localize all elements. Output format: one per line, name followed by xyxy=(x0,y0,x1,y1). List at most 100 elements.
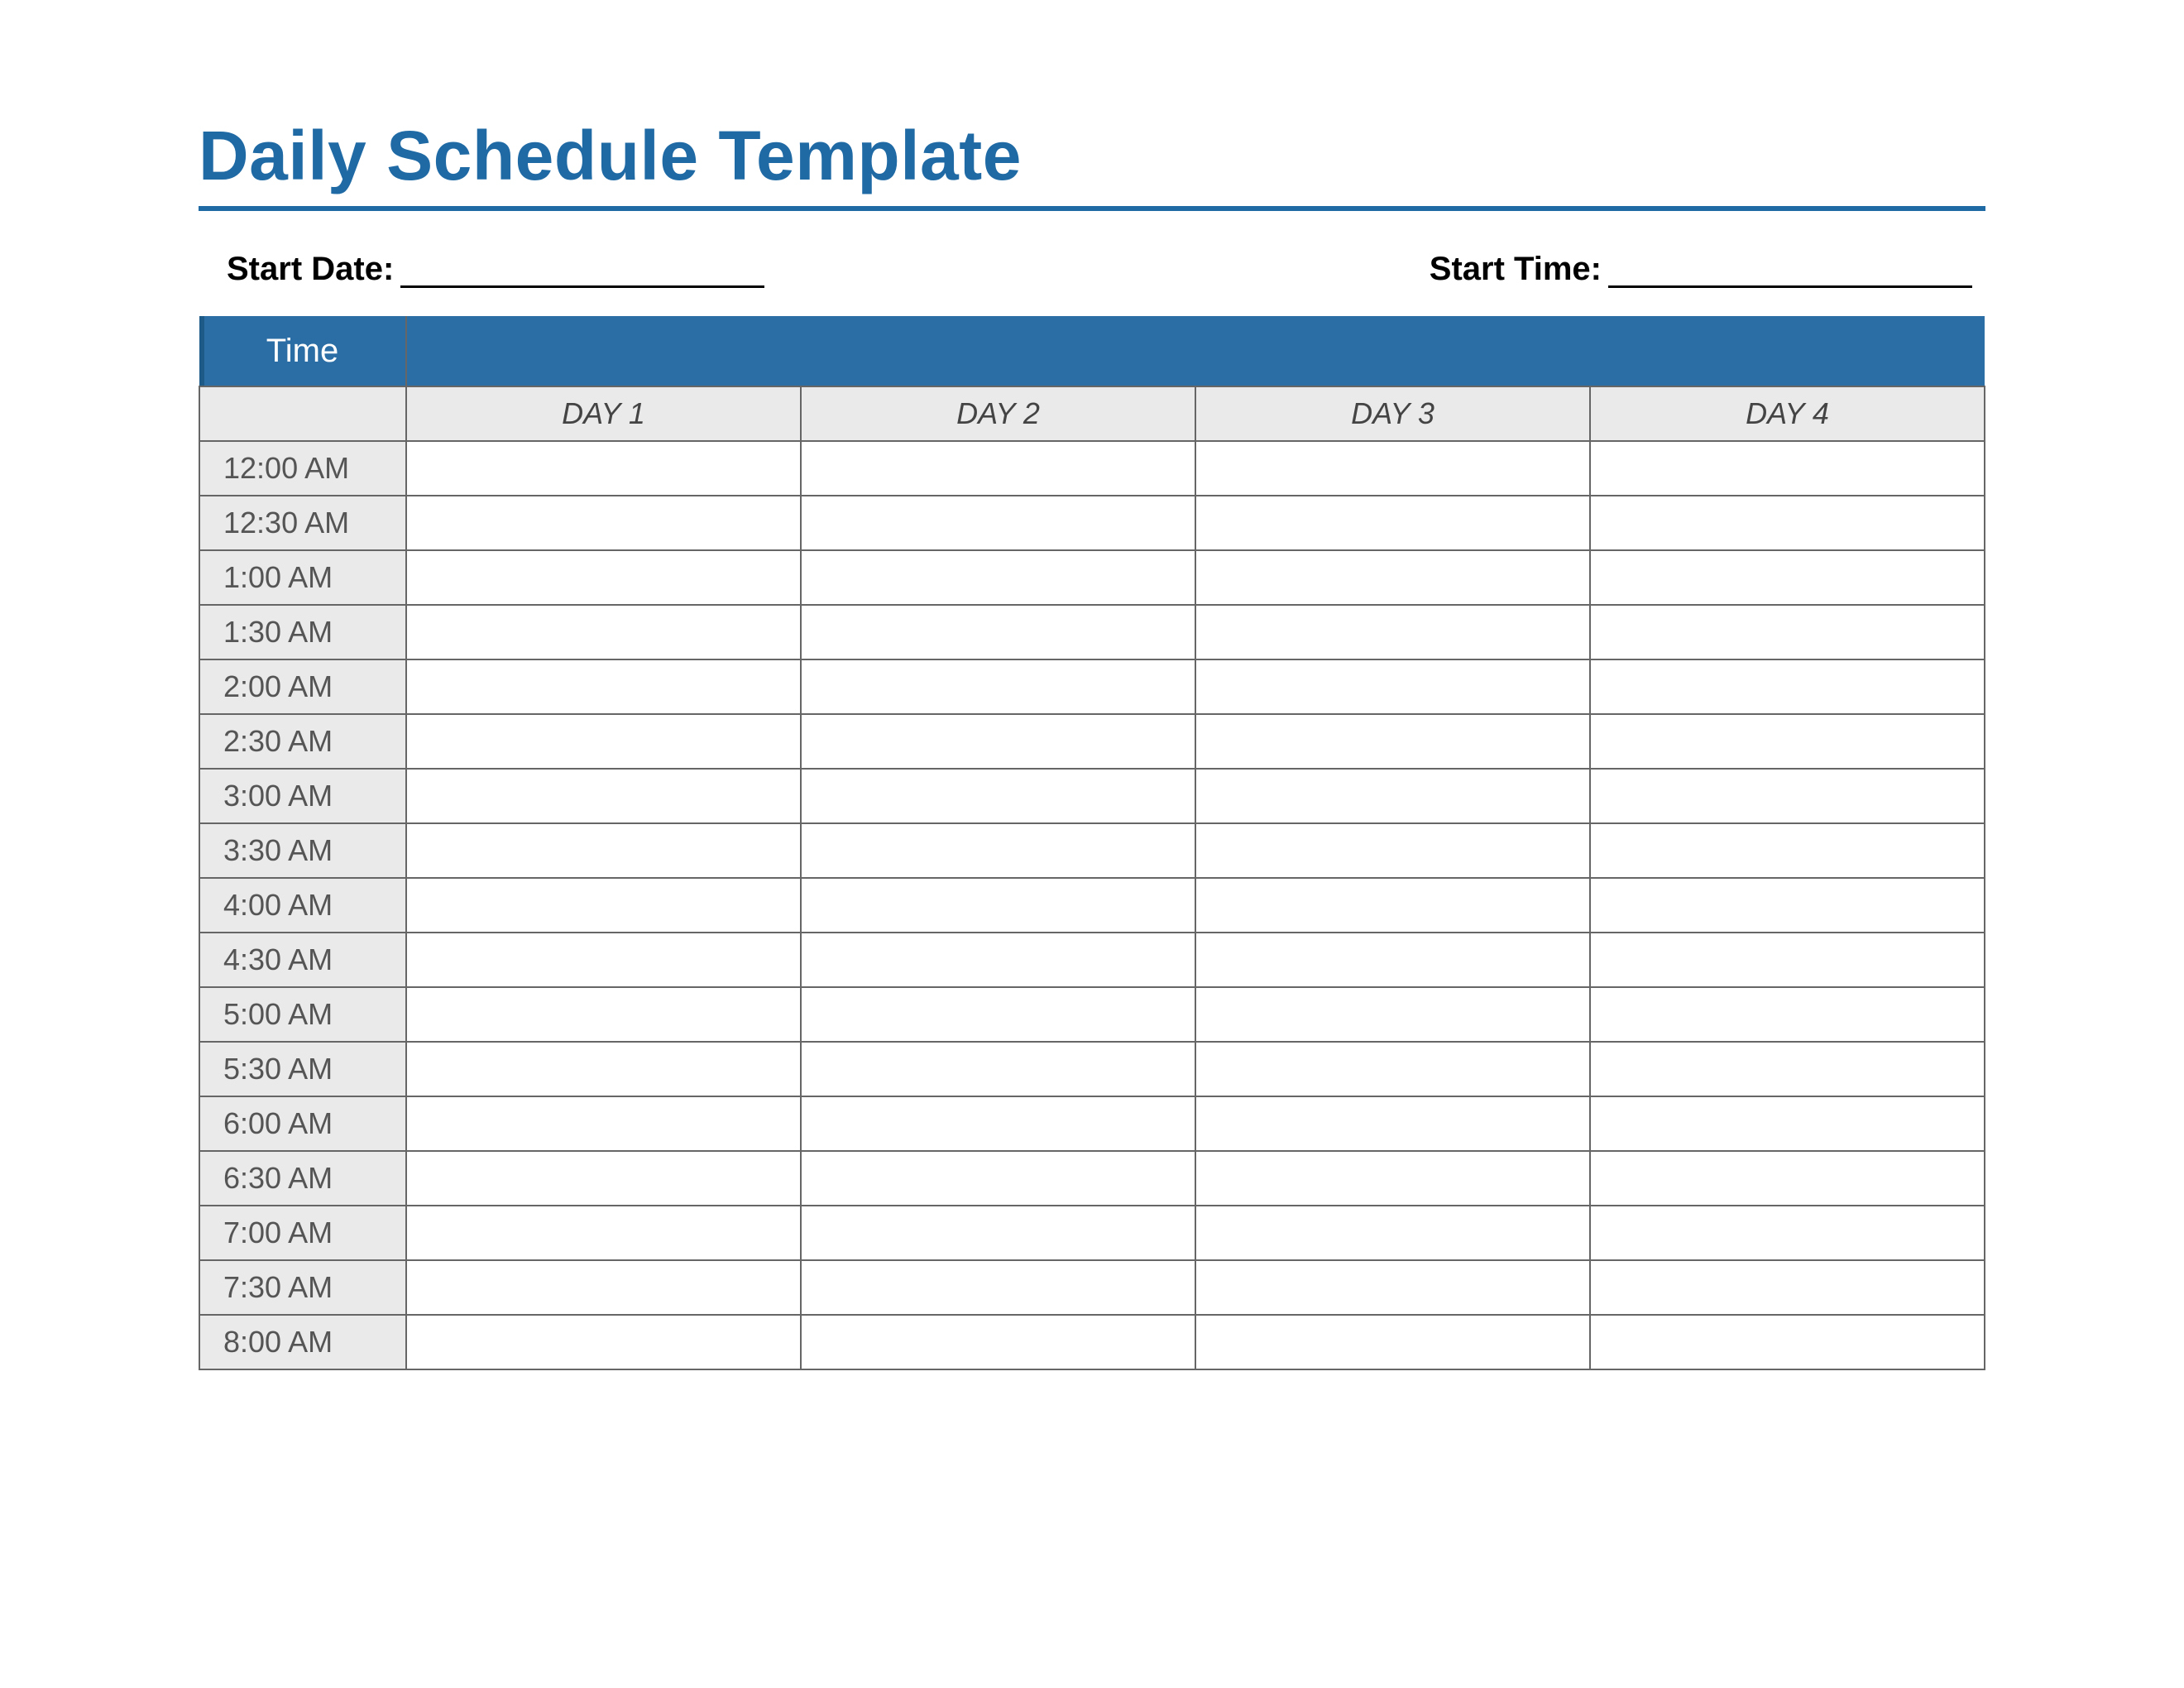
schedule-cell[interactable] xyxy=(1195,1151,1590,1206)
schedule-cell[interactable] xyxy=(406,605,801,659)
schedule-cell[interactable] xyxy=(801,769,1195,823)
schedule-cell[interactable] xyxy=(1590,878,1985,933)
schedule-cell[interactable] xyxy=(1195,933,1590,987)
schedule-cell[interactable] xyxy=(1195,1042,1590,1096)
table-row: 7:30 AM xyxy=(199,1260,1985,1315)
schedule-cell[interactable] xyxy=(406,1260,801,1315)
time-cell: 12:30 AM xyxy=(199,496,406,550)
schedule-cell[interactable] xyxy=(1195,659,1590,714)
schedule-cell[interactable] xyxy=(801,933,1195,987)
schedule-cell[interactable] xyxy=(801,1315,1195,1369)
time-cell: 7:30 AM xyxy=(199,1260,406,1315)
schedule-cell[interactable] xyxy=(1590,1096,1985,1151)
schedule-cell[interactable] xyxy=(406,714,801,769)
time-cell: 1:00 AM xyxy=(199,550,406,605)
schedule-cell[interactable] xyxy=(406,987,801,1042)
schedule-cell[interactable] xyxy=(1195,605,1590,659)
schedule-cell[interactable] xyxy=(406,933,801,987)
schedule-cell[interactable] xyxy=(1590,659,1985,714)
schedule-cell[interactable] xyxy=(801,1260,1195,1315)
table-row: 6:30 AM xyxy=(199,1151,1985,1206)
time-cell: 2:30 AM xyxy=(199,714,406,769)
time-cell: 12:00 AM xyxy=(199,441,406,496)
table-row: 1:00 AM xyxy=(199,550,1985,605)
schedule-cell[interactable] xyxy=(1195,1260,1590,1315)
schedule-cell[interactable] xyxy=(1195,1315,1590,1369)
schedule-cell[interactable] xyxy=(1590,441,1985,496)
schedule-cell[interactable] xyxy=(1590,714,1985,769)
schedule-cell[interactable] xyxy=(1195,441,1590,496)
schedule-cell[interactable] xyxy=(1590,823,1985,878)
table-row: 12:30 AM xyxy=(199,496,1985,550)
schedule-cell[interactable] xyxy=(1195,1206,1590,1260)
schedule-cell[interactable] xyxy=(406,1315,801,1369)
schedule-cell[interactable] xyxy=(1590,1315,1985,1369)
schedule-cell[interactable] xyxy=(801,550,1195,605)
page: Daily Schedule Template Start Date: Star… xyxy=(0,0,2184,1688)
schedule-cell[interactable] xyxy=(406,496,801,550)
schedule-cell[interactable] xyxy=(801,714,1195,769)
start-time-group: Start Time: xyxy=(1430,251,1972,288)
day-header: DAY 3 xyxy=(1195,386,1590,441)
schedule-cell[interactable] xyxy=(801,605,1195,659)
time-cell: 6:30 AM xyxy=(199,1151,406,1206)
schedule-cell[interactable] xyxy=(1195,1096,1590,1151)
start-date-group: Start Date: xyxy=(227,251,764,288)
schedule-cell[interactable] xyxy=(1590,1206,1985,1260)
table-header-bar: Time xyxy=(199,316,1985,386)
start-time-field[interactable] xyxy=(1608,256,1972,288)
schedule-cell[interactable] xyxy=(1590,933,1985,987)
schedule-cell[interactable] xyxy=(1590,496,1985,550)
days-span-header xyxy=(406,316,1985,386)
time-cell: 5:30 AM xyxy=(199,1042,406,1096)
day-header-blank xyxy=(199,386,406,441)
start-date-field[interactable] xyxy=(400,256,764,288)
schedule-cell[interactable] xyxy=(406,878,801,933)
schedule-cell[interactable] xyxy=(1590,605,1985,659)
schedule-cell[interactable] xyxy=(801,1206,1195,1260)
schedule-cell[interactable] xyxy=(406,823,801,878)
schedule-cell[interactable] xyxy=(1195,550,1590,605)
table-row: 8:00 AM xyxy=(199,1315,1985,1369)
table-row: 3:30 AM xyxy=(199,823,1985,878)
table-row: 3:00 AM xyxy=(199,769,1985,823)
schedule-cell[interactable] xyxy=(1590,1151,1985,1206)
schedule-cell[interactable] xyxy=(1590,987,1985,1042)
table-row: 4:00 AM xyxy=(199,878,1985,933)
schedule-cell[interactable] xyxy=(406,659,801,714)
schedule-cell[interactable] xyxy=(1195,714,1590,769)
meta-row: Start Date: Start Time: xyxy=(199,251,1985,316)
schedule-cell[interactable] xyxy=(406,1206,801,1260)
schedule-cell[interactable] xyxy=(406,1042,801,1096)
schedule-cell[interactable] xyxy=(1195,987,1590,1042)
schedule-cell[interactable] xyxy=(406,769,801,823)
schedule-cell[interactable] xyxy=(801,987,1195,1042)
table-row: 2:30 AM xyxy=(199,714,1985,769)
schedule-cell[interactable] xyxy=(801,496,1195,550)
schedule-cell[interactable] xyxy=(801,659,1195,714)
schedule-cell[interactable] xyxy=(1590,1260,1985,1315)
schedule-cell[interactable] xyxy=(801,1096,1195,1151)
time-cell: 5:00 AM xyxy=(199,987,406,1042)
schedule-cell[interactable] xyxy=(801,823,1195,878)
schedule-cell[interactable] xyxy=(1590,769,1985,823)
schedule-cell[interactable] xyxy=(406,1151,801,1206)
time-cell: 2:00 AM xyxy=(199,659,406,714)
schedule-cell[interactable] xyxy=(406,1096,801,1151)
time-cell: 7:00 AM xyxy=(199,1206,406,1260)
schedule-cell[interactable] xyxy=(406,441,801,496)
schedule-cell[interactable] xyxy=(1195,496,1590,550)
schedule-cell[interactable] xyxy=(1195,769,1590,823)
schedule-cell[interactable] xyxy=(801,1151,1195,1206)
day-header-row: DAY 1DAY 2DAY 3DAY 4 xyxy=(199,386,1985,441)
schedule-cell[interactable] xyxy=(1590,550,1985,605)
schedule-cell[interactable] xyxy=(406,550,801,605)
time-cell: 3:30 AM xyxy=(199,823,406,878)
schedule-cell[interactable] xyxy=(801,1042,1195,1096)
day-header: DAY 1 xyxy=(406,386,801,441)
schedule-cell[interactable] xyxy=(801,878,1195,933)
schedule-cell[interactable] xyxy=(1195,878,1590,933)
schedule-cell[interactable] xyxy=(1590,1042,1985,1096)
schedule-cell[interactable] xyxy=(801,441,1195,496)
schedule-cell[interactable] xyxy=(1195,823,1590,878)
